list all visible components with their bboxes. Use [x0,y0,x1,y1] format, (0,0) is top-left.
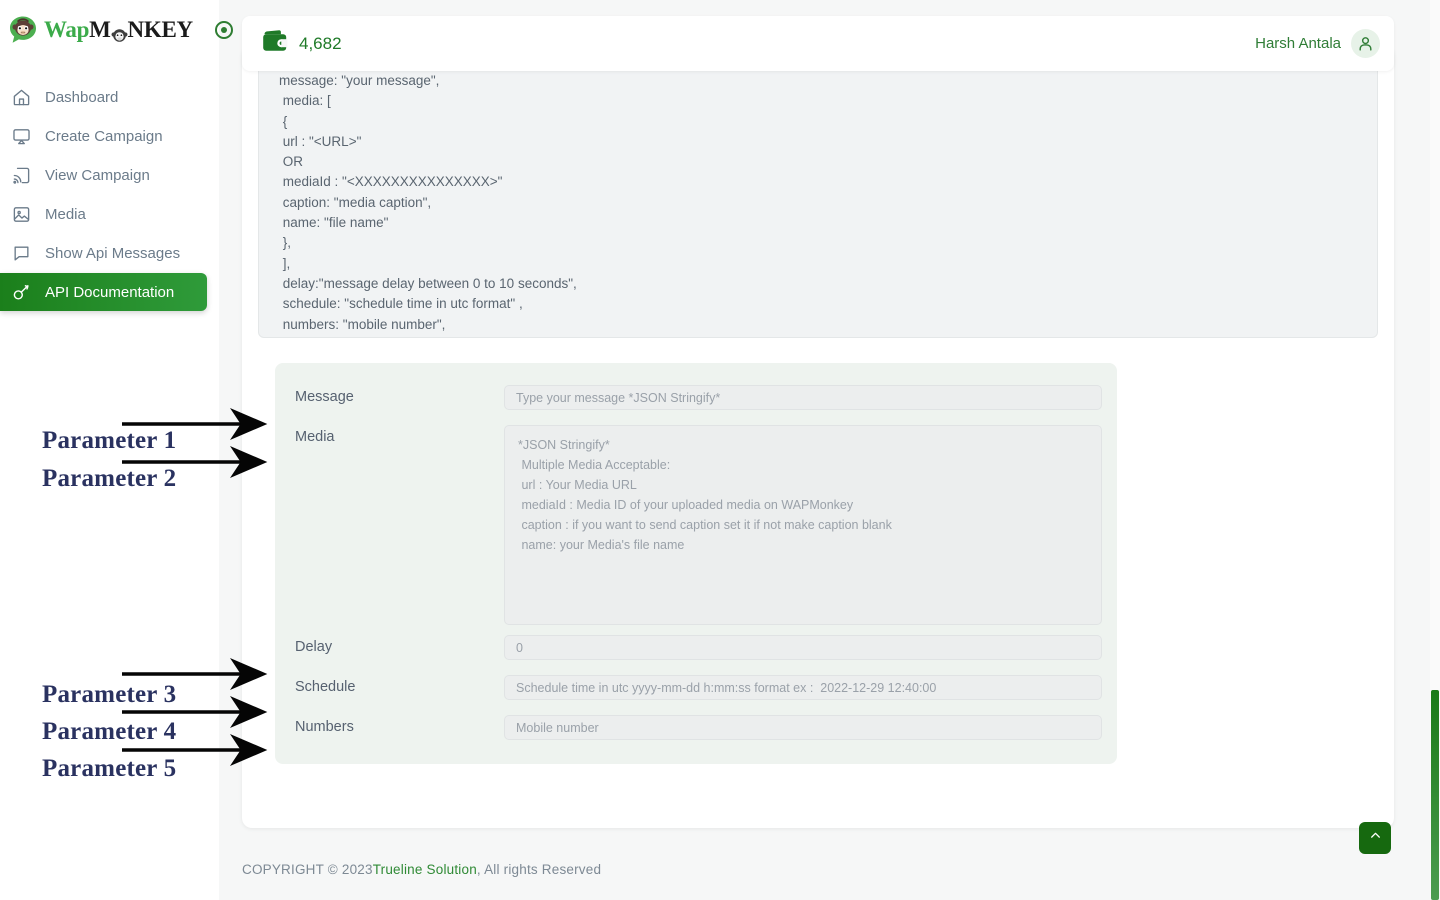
page-scrollbar-thumb[interactable] [1431,690,1439,900]
chat-icon [10,242,32,264]
delay-label: Delay [295,639,333,655]
brand-logo[interactable]: Wap M NKEY [0,0,233,60]
sidebar-item-dashboard[interactable]: Dashboard [0,78,219,116]
user-menu[interactable]: Harsh Antala [1255,29,1380,58]
footer-company-link[interactable]: Trueline Solution [373,862,477,877]
user-name: Harsh Antala [1255,35,1341,52]
code-line: media: [ [279,93,331,109]
sidebar: Wap M NKEY Dashboard Create Campaign Vie… [0,0,233,900]
avatar[interactable] [1351,29,1380,58]
sidebar-item-label: View Campaign [45,166,150,184]
topbar: 4,682 Harsh Antala [242,16,1394,71]
code-line: OR [279,154,304,170]
key-icon [10,281,32,303]
api-request-code-block: message: "your message", media: [ { url … [258,58,1378,338]
sidebar-item-api-documentation[interactable]: API Documentation [0,273,207,311]
media-label: Media [295,429,335,445]
code-line: name: "file name" [279,215,389,231]
code-line: numbers: "mobile number", [279,316,446,332]
brand-wordmark: Wap M NKEY [44,17,193,43]
code-line: schedule: "schedule time in utc format" … [279,296,523,312]
main-area: key: "your api key", message: "your mess… [219,0,1440,900]
form-row-numbers: Numbers [295,715,1102,740]
footer-suffix: , All rights Reserved [476,862,602,877]
sidebar-item-label: API Documentation [45,283,175,301]
code-line: caption: "media caption", [279,194,432,210]
code-line: ], [279,255,291,271]
chevron-up-icon [1369,829,1382,847]
message-input[interactable] [504,385,1102,410]
card-inner: key: "your api key", message: "your mess… [242,46,1394,764]
code-line: delay:"message delay between 0 to 10 sec… [279,275,577,291]
sidebar-item-show-api-messages[interactable]: Show Api Messages [0,234,219,272]
sidebar-item-label: Show Api Messages [45,244,181,262]
api-parameters-form: Message Media Delay [275,363,1117,764]
code-line: { [279,113,288,129]
page-scrollbar[interactable] [1430,0,1440,900]
brand-text-wap: Wap [44,17,90,42]
media-textarea[interactable] [504,425,1102,625]
sidebar-item-label: Dashboard [45,88,119,106]
code-line: url : "<URL>" [279,133,362,149]
sidebar-nav: Dashboard Create Campaign View Campaign … [0,78,219,311]
message-label: Message [295,389,354,405]
sidebar-item-create-campaign[interactable]: Create Campaign [0,117,219,155]
home-icon [10,86,32,108]
footer-prefix: COPYRIGHT © 2023 [242,862,373,877]
wallet-balance-group[interactable]: 4,682 [262,29,342,58]
code-line: }, [279,235,292,251]
numbers-label: Numbers [295,719,354,735]
code-line: mediaId : "<XXXXXXXXXXXXXXX>" [279,174,503,190]
footer-copyright: COPYRIGHT © 2023Trueline Solution, All r… [242,862,601,877]
brand-text-nkey: NKEY [127,17,194,42]
delay-input[interactable] [504,635,1102,660]
schedule-input[interactable] [504,675,1102,700]
sidebar-item-label: Create Campaign [45,127,163,145]
wallet-balance: 4,682 [299,33,342,53]
sidebar-item-media[interactable]: Media [0,195,219,233]
schedule-label: Schedule [295,679,356,695]
sidebar-item-view-campaign[interactable]: View Campaign [0,156,219,194]
numbers-input[interactable] [504,715,1102,740]
wallet-icon [262,29,289,58]
form-row-message: Message [295,385,1102,410]
brand-text-m: M [89,17,111,42]
code-line: message: "your message", [279,73,440,88]
form-row-delay: Delay [295,635,1102,660]
form-row-schedule: Schedule [295,675,1102,700]
cast-icon [10,164,32,186]
monkey-logo-icon [8,15,38,45]
record-toggle-icon[interactable] [214,21,233,39]
scroll-to-top-button[interactable] [1359,822,1391,854]
sidebar-item-label: Media [45,205,86,223]
image-icon [10,203,32,225]
api-documentation-card: key: "your api key", message: "your mess… [242,46,1394,828]
monitor-icon [10,125,32,147]
form-row-media: Media [295,425,1102,625]
monkey-face-icon [111,24,128,42]
